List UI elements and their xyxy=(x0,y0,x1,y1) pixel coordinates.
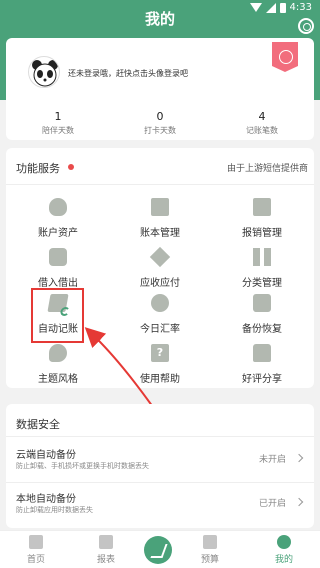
chevron-right-icon xyxy=(294,497,304,507)
panda-icon xyxy=(277,535,291,549)
tab-home[interactable]: 首页 xyxy=(4,535,68,565)
tab-budget[interactable]: 预算 xyxy=(178,535,242,565)
add-record-button[interactable] xyxy=(144,536,172,564)
chevron-right-icon xyxy=(294,453,304,463)
divider xyxy=(6,482,314,483)
divider xyxy=(6,436,314,437)
tab-reports[interactable]: 报表 xyxy=(74,535,138,565)
data-security-card: 数据安全 云端自动备份 防止卸载、手机损坏或更换手机时数据丢失 未开启 本地自动… xyxy=(6,404,314,528)
report-icon xyxy=(99,535,113,549)
section-title: 数据安全 xyxy=(16,418,60,431)
home-icon xyxy=(29,535,43,549)
budget-bag-icon xyxy=(203,535,217,549)
local-backup-row[interactable]: 本地自动备份 防止卸载应用时数据丢失 已开启 xyxy=(6,484,314,526)
tab-mine[interactable]: 我的 xyxy=(252,535,316,565)
cloud-backup-row[interactable]: 云端自动备份 防止卸载、手机损坏或更换手机时数据丢失 未开启 xyxy=(6,438,314,480)
